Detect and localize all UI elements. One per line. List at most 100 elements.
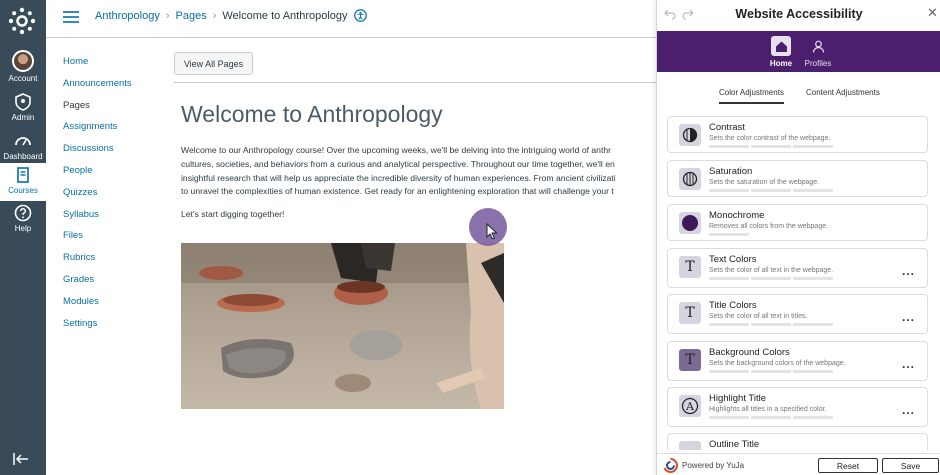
canvas-logo[interactable] (8, 7, 36, 35)
avatar (12, 50, 34, 72)
mouse-pointer-icon (486, 223, 498, 240)
subtab-content-adjustments[interactable]: Content Adjustments (806, 88, 880, 97)
background-color-icon: T (679, 349, 701, 371)
card-title: Saturation (709, 166, 753, 177)
contrast-icon (679, 124, 701, 146)
more-options-icon[interactable]: ... (902, 310, 915, 324)
highlight-glyph: A (685, 400, 695, 413)
breadcrumb-pages-link[interactable]: Pages (176, 10, 207, 22)
course-nav-assignments[interactable]: Assignments (63, 121, 132, 143)
card-description: Removes all colors from the webpage. (709, 223, 829, 230)
course-nav-grades[interactable]: Grades (63, 274, 132, 296)
background-colors-card[interactable]: T Background Colors Sets the background … (667, 341, 928, 381)
card-title: Highlight Title (709, 393, 767, 404)
book-icon (17, 167, 29, 183)
dashboard-icon (15, 137, 31, 146)
tab-label: Profiles (804, 59, 832, 68)
breadcrumb-separator: › (212, 9, 217, 22)
card-title: Outline Title (709, 439, 760, 450)
user-icon (808, 36, 828, 56)
card-title: Contrast (709, 122, 745, 133)
hamburger-menu-icon[interactable] (63, 11, 79, 23)
global-nav-account[interactable]: Account (0, 50, 46, 83)
tab-home[interactable]: Home (761, 36, 801, 68)
level-bars (709, 189, 833, 192)
accessibility-panel: Website Accessibility ✕ Home Profiles Co… (656, 0, 940, 475)
monochrome-icon (679, 212, 701, 234)
saturation-card[interactable]: Saturation Sets the saturation of the we… (667, 160, 928, 197)
global-nav: Account Admin Dashboard Courses Help (0, 0, 46, 475)
body-line: to unravel the complexities of human exi… (181, 186, 614, 197)
save-button[interactable]: Save (882, 458, 939, 473)
monochrome-card[interactable]: Monochrome Removes all colors from the w… (667, 204, 928, 241)
global-nav-help[interactable]: Help (0, 204, 46, 233)
body-line: Welcome to our Anthropology course! Over… (181, 145, 611, 155)
close-icon[interactable]: ✕ (927, 5, 938, 21)
panel-tab-bar: Home Profiles (657, 31, 940, 72)
panel-title: Website Accessibility (735, 7, 863, 21)
contrast-card[interactable]: Contrast Sets the color contrast of the … (667, 116, 928, 153)
card-description: Sets the saturation of the webpage. (709, 179, 820, 186)
global-nav-label: Admin (11, 113, 35, 122)
breadcrumb-course-link[interactable]: Anthropology (95, 10, 160, 22)
breadcrumb-separator: › (165, 9, 170, 22)
level-bars (709, 416, 833, 419)
body-line: insightful research that will help us ap… (181, 172, 616, 183)
card-description: Sets the color of all text in the webpag… (709, 267, 834, 274)
level-bars (709, 323, 833, 326)
course-nav-people[interactable]: People (63, 165, 132, 187)
global-nav-label: Dashboard (3, 152, 43, 161)
card-title: Background Colors (709, 347, 790, 358)
course-nav-discussions[interactable]: Discussions (63, 143, 132, 165)
global-nav-courses[interactable]: Courses (0, 163, 46, 201)
home-icon (771, 36, 791, 56)
panel-footer: Powered by YuJa Reset Save (657, 453, 940, 475)
breadcrumb: Anthropology › Pages › Welcome to Anthro… (95, 9, 367, 22)
highlight-title-card[interactable]: A Highlight Title Highlights all titles … (667, 387, 928, 427)
course-nav-announcements[interactable]: Announcements (63, 78, 132, 100)
course-nav-syllabus[interactable]: Syllabus (63, 209, 132, 231)
course-nav-files[interactable]: Files (63, 230, 132, 252)
card-title: Text Colors (709, 254, 757, 265)
level-bars (709, 370, 833, 373)
view-all-pages-button[interactable]: View All Pages (174, 52, 253, 75)
outline-title-icon (679, 441, 701, 450)
page-body: Welcome to our Anthropology course! Over… (181, 144, 656, 199)
global-nav-admin[interactable]: Admin (0, 93, 46, 122)
text-colors-card[interactable]: T Text Colors Sets the color of all text… (667, 248, 928, 288)
course-nav-rubrics[interactable]: Rubrics (63, 252, 132, 274)
more-options-icon[interactable]: ... (902, 264, 915, 278)
page-closing-text: Let's start digging together! (181, 209, 285, 219)
content-divider (174, 82, 656, 83)
page-title: Welcome to Anthropology (181, 101, 443, 127)
subtab-color-adjustments[interactable]: Color Adjustments (719, 88, 784, 104)
collapse-nav-icon[interactable] (12, 452, 30, 466)
adjustment-list: Contrast Sets the color contrast of the … (667, 116, 928, 450)
course-nav-pages[interactable]: Pages (63, 100, 132, 122)
course-nav-quizzes[interactable]: Quizzes (63, 187, 132, 209)
header-divider (46, 37, 656, 38)
outline-title-card[interactable]: Outline Title (667, 433, 928, 450)
body-line: cultures, societies, and behaviors from … (181, 158, 615, 169)
card-title: Monochrome (709, 210, 765, 221)
reset-button[interactable]: Reset (818, 458, 878, 473)
course-nav-settings[interactable]: Settings (63, 318, 132, 340)
course-nav: Home Announcements Pages Assignments Dis… (63, 56, 132, 339)
archaeology-dig-photo (181, 243, 504, 409)
shield-icon (15, 93, 31, 111)
card-description: Highlights all titles in a specified col… (709, 406, 827, 413)
global-nav-dashboard[interactable]: Dashboard (0, 132, 46, 161)
more-options-icon[interactable]: ... (902, 357, 915, 371)
card-description: Sets the background colors of the webpag… (709, 360, 846, 367)
title-colors-card[interactable]: T Title Colors Sets the color of all tex… (667, 294, 928, 334)
more-options-icon[interactable]: ... (902, 403, 915, 417)
powered-by-text: Powered by YuJa (682, 461, 745, 470)
course-nav-modules[interactable]: Modules (63, 296, 132, 318)
card-description: Sets the color of all text in titles. (709, 313, 808, 320)
tab-profiles[interactable]: Profiles (798, 36, 838, 68)
title-color-icon: T (679, 302, 701, 324)
accessibility-icon[interactable] (353, 9, 367, 22)
course-nav-home[interactable]: Home (63, 56, 132, 78)
saturation-icon (679, 168, 701, 190)
highlight-title-icon: A (679, 395, 701, 417)
